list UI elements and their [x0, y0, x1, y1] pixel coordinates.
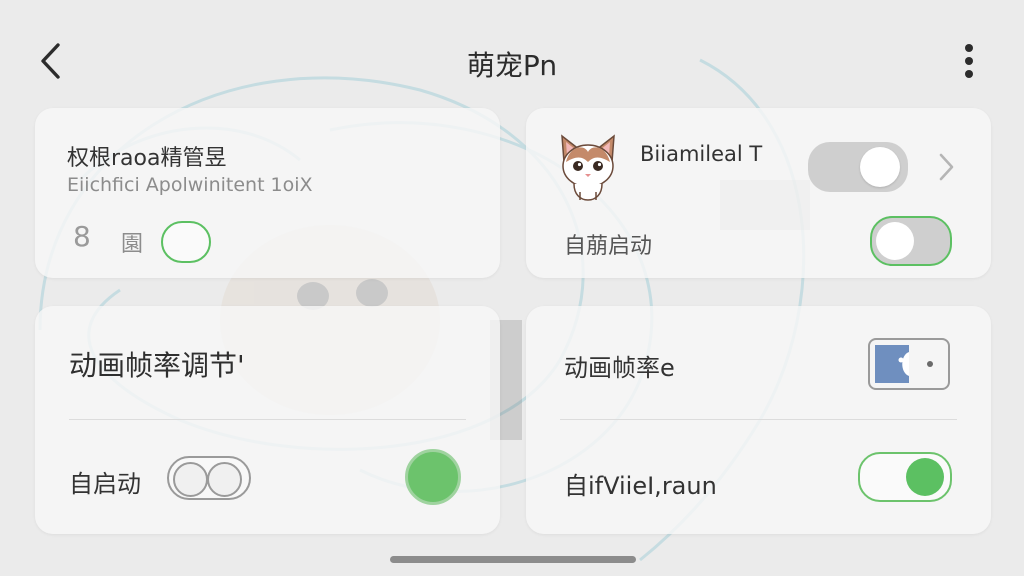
auto-start-toggle[interactable] — [870, 216, 952, 266]
animation-card: 动画帧率e 自ifViieI,raun — [526, 306, 991, 534]
theme-toggle-button[interactable] — [868, 338, 950, 390]
toggle-knob — [860, 147, 900, 187]
animation-row-label: 自ifViieI,raun — [564, 472, 717, 500]
permission-card-title: 权根raoa精管昱 — [67, 146, 227, 171]
divider — [69, 419, 466, 420]
permission-radio-toggle[interactable] — [161, 221, 211, 263]
toggle-knob — [207, 462, 242, 497]
frame-rate-card: 动画帧率调节' 自启动 — [35, 306, 500, 534]
top-bar: 萌宠Pn — [0, 0, 1024, 110]
pet-card-toggle[interactable] — [808, 142, 908, 192]
divider — [560, 419, 957, 420]
home-indicator[interactable] — [390, 556, 636, 563]
badge-glyph: 8 — [73, 220, 91, 253]
animation-title: 动画帧率e — [564, 354, 675, 382]
animation-toggle[interactable] — [858, 452, 952, 502]
more-options-button[interactable] — [956, 42, 982, 84]
toggle-knob — [876, 222, 914, 260]
cat-avatar-icon — [561, 134, 615, 201]
frame-rate-radio[interactable] — [405, 449, 461, 505]
permission-card-label: 園 — [121, 232, 144, 257]
toggle-knob — [173, 462, 208, 497]
frame-rate-title: 动画帧率调节' — [69, 349, 245, 382]
pet-card: Biiamileal T 自萠启动 — [526, 108, 991, 278]
pet-card-title: Biiamileal T — [640, 142, 763, 166]
moon-theme-icon — [875, 345, 933, 383]
chevron-right-icon[interactable] — [936, 152, 956, 182]
self-start-toggle[interactable] — [167, 456, 251, 500]
self-start-label: 自启动 — [69, 470, 141, 498]
permission-card: 权根raoa精管昱 Eiichfici Apolwinitent 1oiX 8 … — [35, 108, 500, 278]
permission-card-subtitle: Eiichfici Apolwinitent 1oiX — [67, 174, 313, 196]
more-vertical-icon — [965, 44, 973, 78]
page-title: 萌宠Pn — [466, 49, 558, 82]
toggle-knob — [906, 458, 944, 496]
auto-start-label: 自萠启动 — [564, 234, 653, 259]
